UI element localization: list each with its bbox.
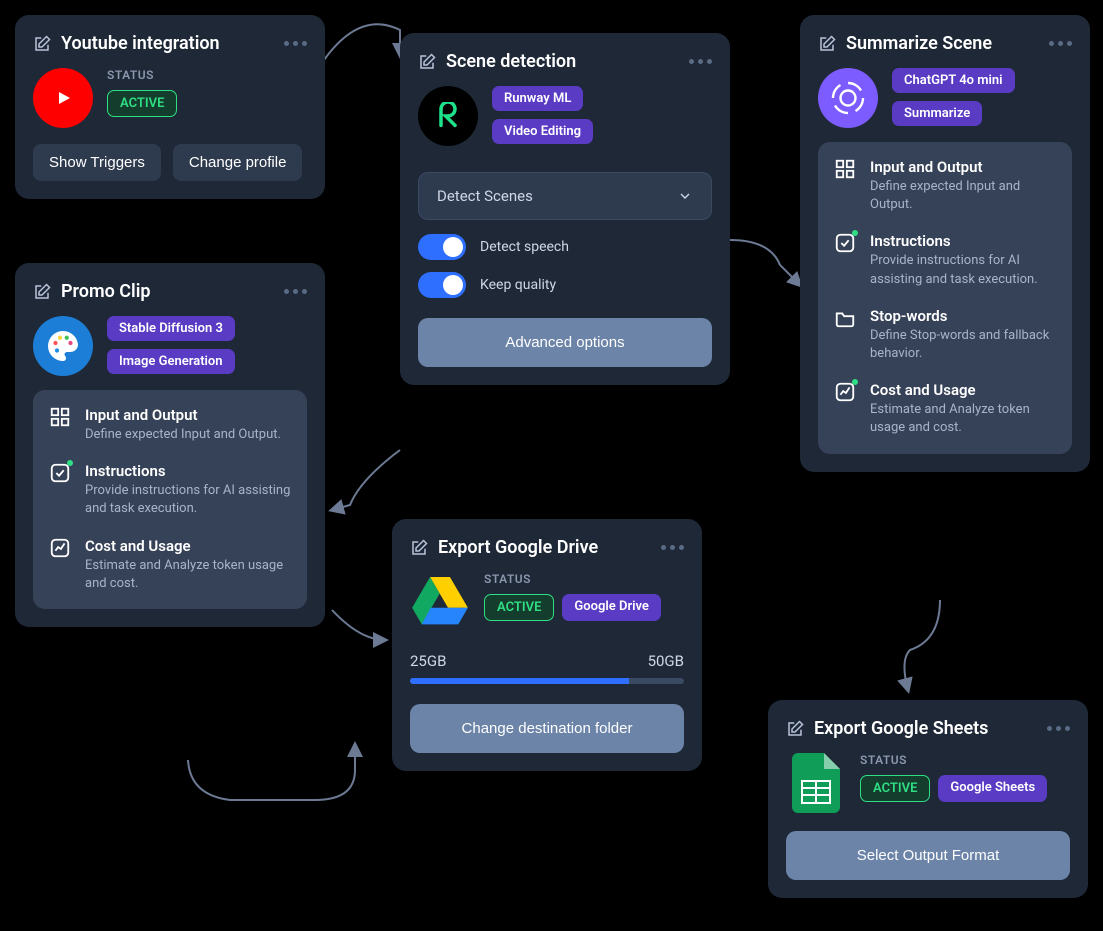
grid-icon <box>834 158 856 180</box>
card-title: Export Google Sheets <box>814 718 988 739</box>
advanced-options-button[interactable]: Advanced options <box>418 318 712 367</box>
dropdown-label: Detect Scenes <box>437 187 533 205</box>
edit-icon <box>418 53 436 71</box>
status-badge: ACTIVE <box>484 594 554 621</box>
google-drive-icon <box>410 572 470 632</box>
more-icon[interactable] <box>1049 41 1072 46</box>
google-sheets-icon <box>786 753 846 813</box>
folder-icon <box>834 307 856 329</box>
section-input-output[interactable]: Input and OutputDefine expected Input an… <box>49 406 291 444</box>
tag-image-generation: Image Generation <box>107 349 235 374</box>
keep-quality-toggle[interactable] <box>418 272 466 298</box>
chart-icon <box>834 381 856 403</box>
grid-icon <box>49 406 71 428</box>
checklist-icon <box>49 462 71 484</box>
palette-icon <box>33 316 93 376</box>
status-badge: ACTIVE <box>860 775 930 802</box>
change-destination-button[interactable]: Change destination folder <box>410 704 684 753</box>
edit-icon <box>33 283 51 301</box>
section-stop-words[interactable]: Stop-wordsDefine Stop-words and fallback… <box>834 307 1056 363</box>
status-label: STATUS <box>107 68 154 82</box>
section-instructions[interactable]: InstructionsProvide instructions for AI … <box>49 462 291 518</box>
card-title: Promo Clip <box>61 281 151 302</box>
storage-progress <box>410 678 684 684</box>
section-instructions[interactable]: InstructionsProvide instructions for AI … <box>834 232 1056 288</box>
status-label: STATUS <box>484 572 531 586</box>
edit-icon <box>33 35 51 53</box>
youtube-icon <box>33 68 93 128</box>
card-export-google-sheets: Export Google Sheets STATUS ACTIVE Googl… <box>768 700 1088 898</box>
card-title: Summarize Scene <box>846 33 992 54</box>
chevron-down-icon <box>677 188 693 204</box>
card-scene-detection: Scene detection Runway ML Video Editing … <box>400 33 730 385</box>
tag-video-editing: Video Editing <box>492 119 593 144</box>
change-profile-button[interactable]: Change profile <box>173 144 303 181</box>
more-icon[interactable] <box>1047 726 1070 731</box>
card-summarize-scene: Summarize Scene ChatGPT 4o mini Summariz… <box>800 15 1090 472</box>
checklist-icon <box>834 232 856 254</box>
detect-scenes-dropdown[interactable]: Detect Scenes <box>418 172 712 220</box>
section-cost-usage[interactable]: Cost and UsageEstimate and Analyze token… <box>49 537 291 593</box>
card-export-google-drive: Export Google Drive STATUS ACTIVE Google… <box>392 519 702 771</box>
card-youtube-integration: Youtube integration STATUS ACTIVE Show T… <box>15 15 325 199</box>
status-label: STATUS <box>860 753 907 767</box>
tag-google-drive: Google Drive <box>562 594 661 621</box>
status-badge: ACTIVE <box>107 90 177 117</box>
card-title: Youtube integration <box>61 33 220 54</box>
edit-icon <box>818 35 836 53</box>
promo-sections: Input and OutputDefine expected Input an… <box>33 390 307 609</box>
more-icon[interactable] <box>284 289 307 294</box>
card-title: Export Google Drive <box>438 537 598 558</box>
toggle-label: Keep quality <box>480 277 556 293</box>
card-title: Scene detection <box>446 51 576 72</box>
tag-google-sheets: Google Sheets <box>938 775 1047 802</box>
storage-used: 25GB <box>410 652 446 670</box>
section-cost-usage[interactable]: Cost and UsageEstimate and Analyze token… <box>834 381 1056 437</box>
more-icon[interactable] <box>661 545 684 550</box>
runway-icon <box>418 86 478 146</box>
openai-icon <box>818 68 878 128</box>
detect-speech-toggle[interactable] <box>418 234 466 260</box>
tag-stable-diffusion: Stable Diffusion 3 <box>107 316 235 341</box>
select-output-format-button[interactable]: Select Output Format <box>786 831 1070 880</box>
tag-chatgpt: ChatGPT 4o mini <box>892 68 1015 93</box>
tag-runway: Runway ML <box>492 86 583 111</box>
toggle-label: Detect speech <box>480 239 569 255</box>
edit-icon <box>786 720 804 738</box>
summarize-sections: Input and OutputDefine expected Input an… <box>818 142 1072 454</box>
chart-icon <box>49 537 71 559</box>
edit-icon <box>410 539 428 557</box>
storage-total: 50GB <box>648 652 684 670</box>
tag-summarize: Summarize <box>892 101 982 126</box>
more-icon[interactable] <box>689 59 712 64</box>
card-promo-clip: Promo Clip Stable Diffusion 3 Image Gene… <box>15 263 325 627</box>
show-triggers-button[interactable]: Show Triggers <box>33 144 161 181</box>
more-icon[interactable] <box>284 41 307 46</box>
section-input-output[interactable]: Input and OutputDefine expected Input an… <box>834 158 1056 214</box>
